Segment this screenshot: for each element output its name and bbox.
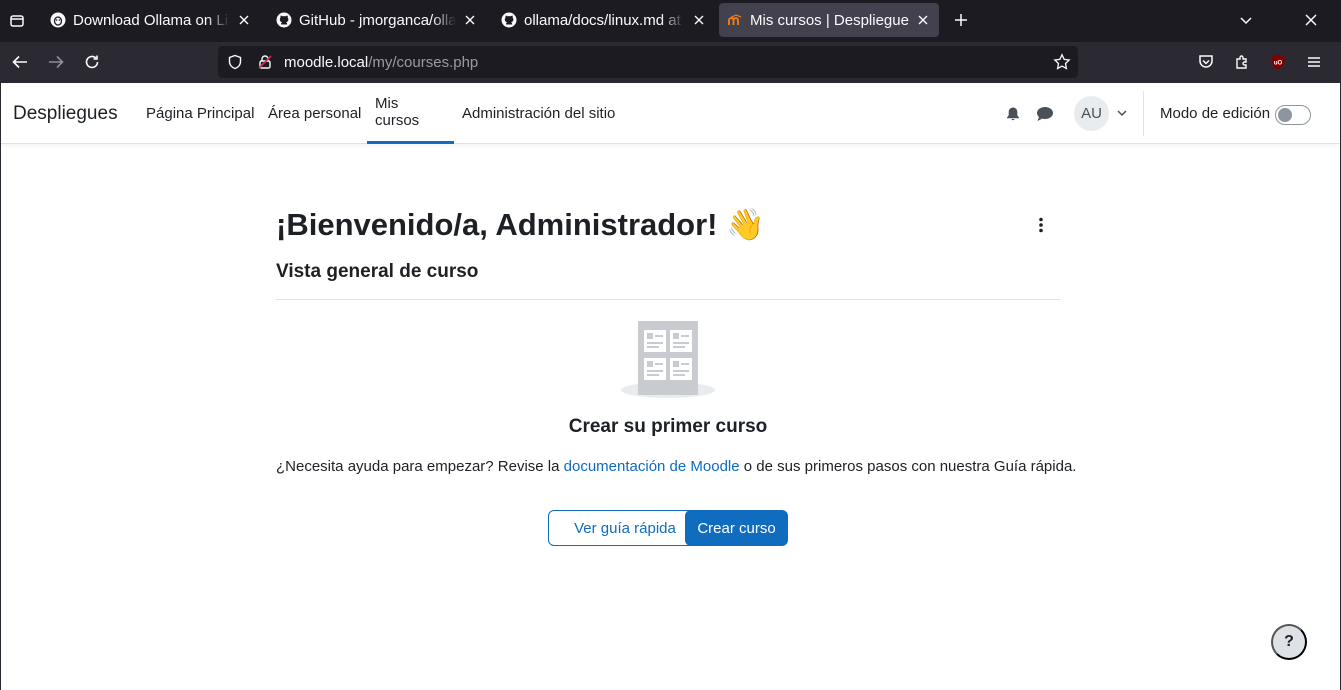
browser-tab-mis-cursos[interactable]: Mis cursos | Despliegues [719,3,939,37]
page-title: ¡Bienvenido/a, Administrador! 👋 [276,207,765,242]
close-icon[interactable] [915,12,931,28]
window-close-icon[interactable] [1300,9,1322,31]
site-brand[interactable]: Despliegues [13,103,118,125]
browser-toolbar: moodle.local/my/courses.php uO [0,42,1341,83]
ublock-origin-icon[interactable]: uO [1266,50,1290,74]
pocket-icon[interactable] [1194,50,1218,74]
forward-icon[interactable] [44,50,68,74]
address-bar[interactable]: moodle.local/my/courses.php [218,46,1078,78]
create-course-button[interactable]: Crear curso [685,510,788,546]
reload-icon[interactable] [80,50,104,74]
nav-mis-cursos[interactable]: Mis cursos [367,83,454,144]
browser-tab-ollama-docs[interactable]: ollama/docs/linux.md at main [493,3,715,37]
chevron-down-icon[interactable] [1235,9,1257,31]
help-button[interactable]: ? [1271,624,1307,660]
moodle-icon [727,12,743,28]
svg-text:uO: uO [1274,61,1283,67]
insecure-lock-icon[interactable] [250,46,280,78]
toggle-knob [1278,108,1292,122]
quick-guide-button[interactable]: Ver guía rápida [548,510,702,546]
navbar-divider [1143,91,1144,136]
close-icon[interactable] [236,12,252,28]
tab-title: Download Ollama on Linux [73,11,230,29]
hamburger-menu-icon[interactable] [1302,50,1326,74]
nav-area-personal[interactable]: Área personal [260,83,369,144]
chevron-down-icon[interactable] [1115,105,1129,121]
page-content: Despliegues Página Principal Área person… [0,83,1341,690]
tab-title: Mis cursos | Despliegues [750,11,909,29]
browser-tab-strip: Download Ollama on Linux GitHub - jmorga… [0,0,1341,42]
avatar[interactable]: AU [1074,96,1109,131]
github-icon [501,12,517,28]
edit-mode-toggle[interactable] [1275,105,1311,125]
nav-pagina-principal[interactable]: Página Principal [138,83,262,144]
kebab-menu-icon[interactable] [1031,214,1051,236]
nav-administracion-sitio[interactable]: Administración del sitio [454,83,623,144]
section-divider [276,299,1060,300]
tab-list-icon[interactable] [0,0,34,42]
help-text-prefix: ¿Necesita ayuda para empezar? Revise la [276,458,564,475]
section-title: Vista general de curso [276,261,479,282]
tab-title: ollama/docs/linux.md at main [524,11,685,29]
ollama-icon [50,12,66,28]
extensions-icon[interactable] [1230,50,1254,74]
courses-illustration-icon [619,318,719,402]
close-icon[interactable] [691,12,707,28]
back-icon[interactable] [8,50,32,74]
close-icon[interactable] [462,12,478,28]
bell-icon[interactable] [1003,104,1023,124]
empty-state-title: Crear su primer curso [568,416,768,437]
moodle-navbar: Despliegues Página Principal Área person… [1,83,1340,144]
shield-icon[interactable] [220,46,250,78]
browser-tab-ollama-download[interactable]: Download Ollama on Linux [42,3,260,37]
github-icon [276,12,292,28]
browser-tab-github-ollama[interactable]: GitHub - jmorganca/ollama [268,3,486,37]
empty-state-help: ¿Necesita ayuda para empezar? Revise la … [276,458,1076,475]
new-tab-icon[interactable] [950,9,972,31]
help-text-suffix: o de sus primeros pasos con nuestra Guía… [739,458,1077,475]
url-path: /my/courses.php [368,53,479,71]
chat-bubble-icon[interactable] [1035,104,1055,124]
url-host: moodle.local [284,53,369,71]
tab-title: GitHub - jmorganca/ollama [299,11,456,29]
moodle-docs-link[interactable]: documentación de Moodle [564,458,740,475]
edit-mode-label: Modo de edición [1160,105,1271,122]
bookmark-star-icon[interactable] [1052,52,1072,72]
